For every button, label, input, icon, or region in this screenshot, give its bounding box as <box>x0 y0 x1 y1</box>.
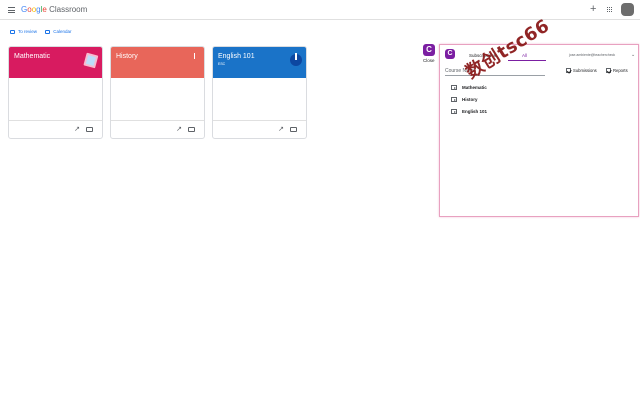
folder-icon[interactable] <box>86 127 93 132</box>
course-list-item[interactable]: History <box>451 97 478 102</box>
course-name: Mathematic <box>462 85 487 90</box>
to-review-label: To review <box>18 29 38 34</box>
expand-icon[interactable] <box>451 97 457 102</box>
card-footer: ↗ <box>111 121 204 138</box>
app-logo[interactable]: Google Classroom <box>21 5 87 14</box>
card-body <box>111 78 204 121</box>
checkbox-checked-icon[interactable] <box>566 68 571 73</box>
expand-icon[interactable] <box>451 109 457 114</box>
course-list-item[interactable]: Mathematic <box>451 85 487 90</box>
class-card-english-101[interactable]: English 101 ESC ↗ <box>212 46 307 139</box>
english-illustration-icon <box>290 53 302 66</box>
folder-icon[interactable] <box>290 127 297 132</box>
more-vert-icon[interactable] <box>194 53 195 59</box>
chevron-down-icon[interactable]: ⌄ <box>631 52 635 58</box>
plus-icon[interactable]: + <box>590 4 596 15</box>
class-card-history[interactable]: History ↗ <box>110 46 205 139</box>
class-title[interactable]: History <box>116 53 199 60</box>
to-review-link[interactable]: To review <box>10 29 37 34</box>
logo-letter: e <box>42 5 47 14</box>
filter-label: Reports <box>613 68 628 73</box>
trending-icon[interactable]: ↗ <box>176 125 182 133</box>
extension-badge-icon[interactable]: C <box>423 44 435 56</box>
extension-launcher[interactable]: C Close <box>423 44 439 66</box>
card-footer: ↗ <box>213 121 306 138</box>
card-footer: ↗ <box>9 121 102 138</box>
card-body <box>213 78 306 121</box>
checkbox-checked-icon[interactable] <box>606 68 611 73</box>
tab-all[interactable]: All <box>522 53 527 58</box>
active-tab-indicator <box>508 60 546 61</box>
product-name: Classroom <box>49 5 88 14</box>
trending-icon[interactable]: ↗ <box>74 125 80 133</box>
card-banner[interactable]: Mathematic <box>9 47 102 78</box>
review-icon <box>10 29 15 34</box>
calendar-icon <box>45 29 51 34</box>
math-illustration-icon <box>83 52 99 69</box>
course-name: English 101 <box>462 109 488 114</box>
subnav: To review Calendar <box>10 29 79 35</box>
trending-icon[interactable]: ↗ <box>278 125 284 133</box>
avatar[interactable] <box>621 3 634 16</box>
card-banner[interactable]: English 101 ESC <box>213 47 306 78</box>
calendar-label: Calendar <box>53 29 72 34</box>
extension-close-label[interactable]: Close <box>423 58 439 63</box>
expand-icon[interactable] <box>451 85 457 90</box>
extension-logo-icon: C <box>445 49 455 59</box>
filter-submissions-checkbox[interactable]: Submissions <box>566 68 597 73</box>
folder-icon[interactable] <box>188 127 195 132</box>
account-email[interactable]: jose.ambiente@teachercheck <box>569 53 615 57</box>
card-body <box>9 78 102 121</box>
filter-reports-checkbox[interactable]: Reports <box>606 68 628 73</box>
calendar-link[interactable]: Calendar <box>45 29 72 34</box>
menu-icon[interactable] <box>8 7 15 13</box>
filter-label: Submissions <box>573 68 597 73</box>
course-list-item[interactable]: English 101 <box>451 109 487 114</box>
apps-grid-icon[interactable] <box>607 7 613 13</box>
card-banner[interactable]: History <box>111 47 204 78</box>
class-card-mathematic[interactable]: Mathematic ↗ <box>8 46 103 139</box>
course-name: History <box>462 97 478 102</box>
